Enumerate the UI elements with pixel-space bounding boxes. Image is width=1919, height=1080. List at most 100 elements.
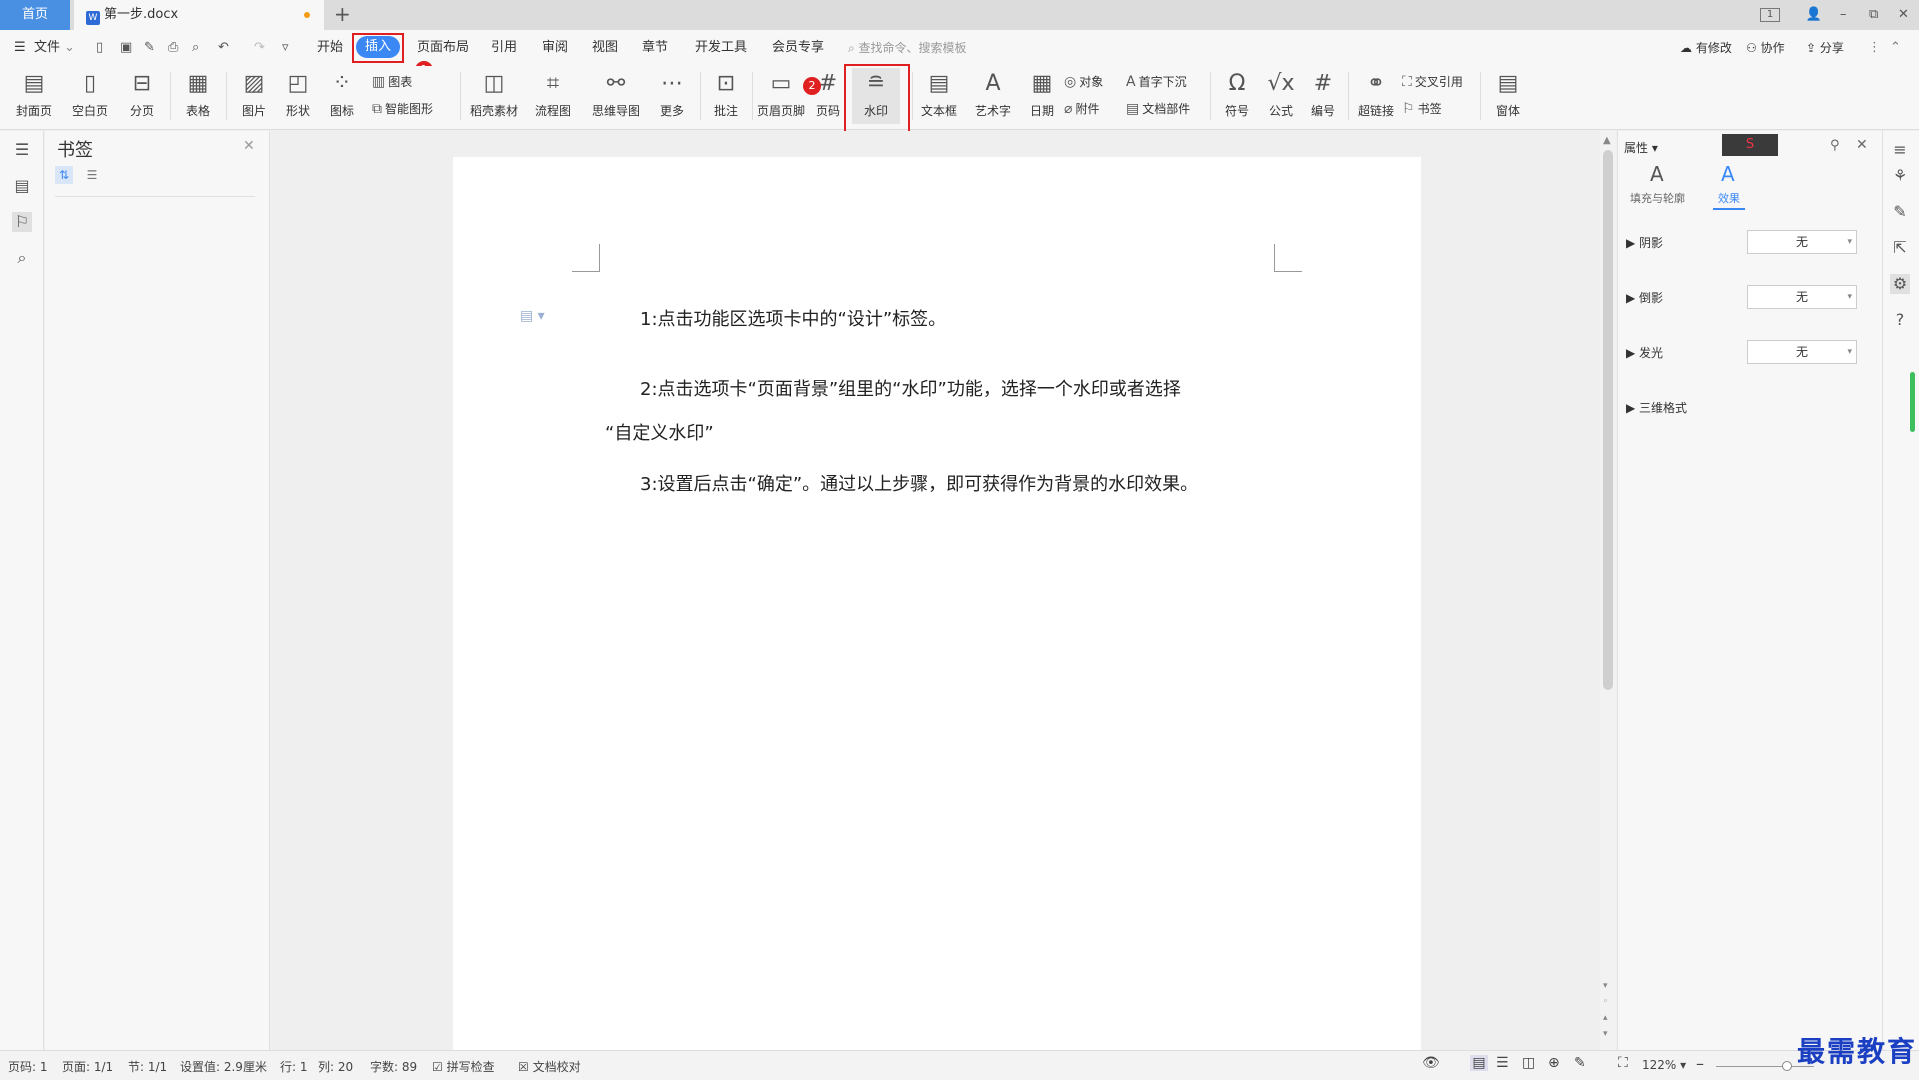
close-icon[interactable]: ✕: [243, 138, 255, 154]
docpart-button[interactable]: ▤ 文档部件: [1126, 100, 1190, 117]
share-button[interactable]: ⇪ 分享: [1806, 38, 1844, 58]
chapter-icon[interactable]: ▤: [12, 176, 32, 196]
three-d-row[interactable]: ▶ 三维格式: [1626, 399, 1687, 416]
dropcap-button[interactable]: A 首字下沉: [1126, 73, 1187, 90]
paragraph-1[interactable]: 1:点击功能区选项卡中的“设计”标签。: [640, 305, 946, 331]
textbox-button[interactable]: ▤ 文本框: [916, 70, 962, 119]
status-section[interactable]: 节: 1/1: [128, 1058, 167, 1075]
customize-icon[interactable]: ▿: [282, 38, 289, 58]
close-window-button[interactable]: ✕: [1898, 0, 1909, 30]
select-icon[interactable]: ⇱: [1890, 238, 1910, 258]
outline-icon[interactable]: ☰: [12, 140, 32, 160]
tab-member[interactable]: 会员专享: [772, 38, 824, 58]
tab-developer[interactable]: 开发工具: [695, 38, 747, 58]
scroll-up-icon[interactable]: ▲: [1603, 135, 1611, 146]
search-input[interactable]: ⌕ 查找命令、搜索模板: [848, 38, 967, 58]
material-button[interactable]: ◫ 稻壳素材: [468, 70, 520, 119]
paragraph-marker-icon[interactable]: ▤ ▾: [520, 308, 545, 324]
page-number-button[interactable]: # 页码: [812, 70, 844, 119]
status-setting[interactable]: 设置值: 2.9厘米: [180, 1058, 267, 1075]
page-nav-icon[interactable]: ▾ ◦ ▴ ▾: [1603, 978, 1608, 1042]
new-doc-icon[interactable]: ▯: [96, 38, 103, 58]
hamburger-icon[interactable]: ☰: [14, 38, 26, 58]
minimize-button[interactable]: –: [1840, 0, 1847, 30]
shape-button[interactable]: ◰ 形状: [278, 70, 318, 119]
spell-check-button[interactable]: ☑ 拼写检查: [432, 1058, 495, 1075]
write-view-icon[interactable]: ✎: [1574, 1055, 1586, 1071]
reading-view-icon[interactable]: ◫: [1522, 1055, 1535, 1071]
status-page[interactable]: 页码: 1: [8, 1058, 48, 1075]
date-button[interactable]: ▦ 日期: [1026, 70, 1058, 119]
web-view-icon[interactable]: ⊕: [1548, 1055, 1560, 1071]
tab-references[interactable]: 引用: [491, 38, 517, 58]
outline-view-icon[interactable]: ☰: [1496, 1055, 1509, 1071]
page-break-button[interactable]: ⊟ 分页: [122, 70, 162, 119]
sort-by-name-icon[interactable]: ⇅: [55, 166, 73, 184]
glow-select[interactable]: 无 ▾: [1747, 340, 1857, 364]
help-icon[interactable]: ?: [1890, 310, 1910, 330]
smartart-button[interactable]: ⧉ 智能图形: [372, 100, 433, 117]
numbering-button[interactable]: # 编号: [1306, 70, 1340, 119]
cover-page-button[interactable]: ▤ 封面页: [12, 70, 56, 119]
zoom-out-icon[interactable]: –: [1696, 1054, 1704, 1073]
flowchart-button[interactable]: ⌗ 流程图: [530, 70, 576, 119]
new-tab-button[interactable]: +: [334, 0, 354, 30]
wordart-button[interactable]: A 艺术字: [970, 70, 1016, 119]
formula-button[interactable]: √x 公式: [1262, 70, 1300, 119]
collab-button[interactable]: ⚇ 协作: [1746, 38, 1785, 58]
hyperlink-button[interactable]: ⚭ 超链接: [1354, 70, 1398, 119]
format-painter-icon[interactable]: ✎: [144, 38, 155, 58]
save-icon[interactable]: ▣: [120, 38, 132, 58]
status-col[interactable]: 列: 20: [318, 1058, 353, 1075]
collapse-icon[interactable]: ≡: [1890, 140, 1910, 160]
properties-title[interactable]: 属性 ▾: [1624, 139, 1658, 156]
redo-icon[interactable]: ↷: [254, 38, 265, 58]
form-button[interactable]: ▤ 窗体: [1488, 70, 1528, 119]
more-options-icon[interactable]: ⋮: [1868, 38, 1881, 58]
zoom-level[interactable]: 122% ▾: [1642, 1058, 1686, 1072]
page-view-icon[interactable]: ▤: [1470, 1055, 1488, 1071]
document-page[interactable]: [453, 157, 1421, 1050]
print-icon[interactable]: ⎙: [168, 38, 178, 58]
eye-icon[interactable]: 👁: [1422, 1055, 1440, 1071]
shadow-select[interactable]: 无 ▾: [1747, 230, 1857, 254]
status-pages[interactable]: 页面: 1/1: [62, 1058, 113, 1075]
find-icon[interactable]: ⌕: [12, 248, 32, 268]
sort-by-position-icon[interactable]: ☰: [83, 166, 101, 184]
tab-fill-outline[interactable]: 填充与轮廓: [1630, 190, 1685, 206]
picture-button[interactable]: ▨ 图片: [234, 70, 274, 119]
crossref-button[interactable]: ⛶ 交叉引用: [1402, 73, 1463, 90]
icon-button[interactable]: ⁘ 图标: [322, 70, 362, 119]
paragraph-3[interactable]: 3:设置后点击“确定”。通过以上步骤，即可获得作为背景的水印效果。: [640, 470, 1198, 496]
object-button[interactable]: ◎ 对象: [1064, 73, 1103, 90]
close-panel-icon[interactable]: ✕: [1856, 137, 1868, 153]
edit-icon[interactable]: ✎: [1890, 202, 1910, 222]
bookmark-nav-icon[interactable]: ⚐: [12, 212, 32, 232]
style-icon[interactable]: ⚘: [1890, 166, 1910, 186]
file-menu[interactable]: 文件: [34, 38, 60, 58]
header-footer-button[interactable]: ▭ 页眉页脚: [756, 70, 806, 119]
comment-button[interactable]: ⊡ 批注: [708, 70, 744, 119]
chart-button[interactable]: ▥ 图表: [372, 73, 412, 90]
avatar[interactable]: 👤: [1804, 0, 1824, 30]
tab-page-layout[interactable]: 页面布局: [417, 38, 469, 58]
blank-page-button[interactable]: ▯ 空白页: [68, 70, 112, 119]
mindmap-button[interactable]: ⚯ 思维导图: [588, 70, 644, 119]
tab-start[interactable]: 开始: [317, 38, 343, 58]
collapse-ribbon-icon[interactable]: ⌃: [1890, 38, 1901, 58]
window-count-icon[interactable]: 1: [1760, 8, 1780, 22]
pin-icon[interactable]: ⚲: [1830, 138, 1840, 153]
changes-button[interactable]: ☁ 有修改: [1680, 38, 1732, 58]
status-row[interactable]: 行: 1: [280, 1058, 308, 1075]
tab-view[interactable]: 视图: [592, 38, 618, 58]
tab-review[interactable]: 审阅: [542, 38, 568, 58]
home-tab[interactable]: 首页: [0, 0, 70, 30]
doc-proof-button[interactable]: ☒ 文档校对: [518, 1058, 581, 1075]
fill-outline-icon[interactable]: A: [1650, 162, 1664, 186]
tab-effect[interactable]: 效果: [1718, 190, 1740, 206]
status-words[interactable]: 字数: 89: [370, 1058, 417, 1075]
fit-page-icon[interactable]: ⛶: [1618, 1055, 1628, 1071]
undo-icon[interactable]: ↶: [218, 38, 229, 58]
paragraph-2-cont[interactable]: “自定义水印”: [605, 419, 714, 445]
restore-button[interactable]: ⧉: [1869, 0, 1878, 30]
